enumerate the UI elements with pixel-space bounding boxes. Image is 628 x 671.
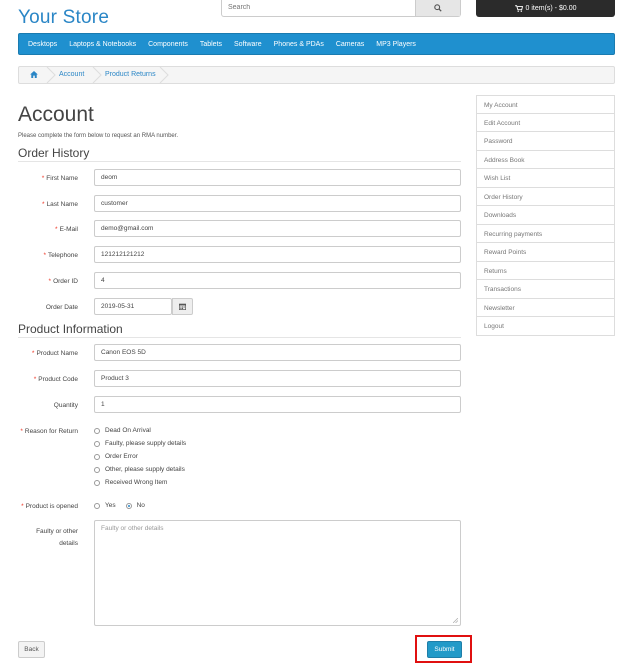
resize-handle-icon[interactable] [453,618,458,623]
first-name-label: * First Name [41,175,78,182]
last-name-field[interactable]: customer [94,195,461,212]
sidebar-item-downloads[interactable]: Downloads [476,206,615,225]
search-input[interactable] [222,0,423,15]
reason-option-dead-on-arrival[interactable]: Dead On Arrival [94,427,151,434]
sidebar-item-address-book[interactable]: Address Book [476,150,615,169]
menu-item-components[interactable]: Components [148,41,188,48]
search-icon [434,4,442,12]
menu-item-phones[interactable]: Phones & PDAs [274,41,324,48]
sidebar-item-logout[interactable]: Logout [476,317,615,336]
highlight-box [415,635,472,663]
opened-no-radio[interactable] [125,502,132,509]
reason-option-faulty[interactable]: Faulty, please supply details [94,440,186,447]
store-logo[interactable]: Your Store [18,7,109,29]
email-field[interactable]: demo@gmail.com [94,220,461,237]
breadcrumb: Account Product Returns [18,66,615,84]
breadcrumb-separator-icon [159,67,169,83]
sidebar-item-reward-points[interactable]: Reward Points [476,243,615,262]
cart-label: 0 item(s) - $0.00 [525,5,577,12]
calendar-icon [179,303,186,310]
order-id-label: * Order ID [48,278,78,285]
reason-option-order-error[interactable]: Order Error [94,453,138,460]
main-menu: Desktops Laptops & Notebooks Components … [18,33,615,55]
sidebar-item-newsletter[interactable]: Newsletter [476,298,615,317]
intro-text: Please complete the form below to reques… [18,133,179,139]
radio-button[interactable] [94,440,100,447]
calendar-button[interactable] [172,298,193,315]
section-divider [18,337,461,338]
search-box [221,0,461,17]
email-label: * E-Mail [55,226,78,233]
section-product-information: Product Information [18,322,123,336]
last-name-label: * Last Name [42,201,78,208]
radio-button[interactable] [94,453,100,460]
product-opened-label: * Product is opened [21,503,78,510]
menu-item-desktops[interactable]: Desktops [28,41,57,48]
opened-yes-radio[interactable] [94,502,100,509]
product-name-field[interactable]: Canon EOS 5D [94,344,461,361]
reason-option-other[interactable]: Other, please supply details [94,466,185,473]
order-date-field[interactable]: 2019-05-31 [94,298,172,315]
details-label: Faulty or other details [36,528,78,547]
telephone-label: * Telephone [43,252,78,259]
radio-button[interactable] [94,479,100,486]
first-name-field[interactable]: deom [94,169,461,186]
sidebar-item-edit-account[interactable]: Edit Account [476,113,615,132]
quantity-field[interactable]: 1 [94,396,461,413]
breadcrumb-account[interactable]: Account [59,71,84,78]
reason-option-wrong-item[interactable]: Received Wrong Item [94,479,167,486]
breadcrumb-separator-icon [92,67,102,83]
opened-yes-label: Yes [105,502,116,509]
sidebar-item-recurring-payments[interactable]: Recurring payments [476,224,615,243]
radio-button[interactable] [94,466,100,473]
home-icon[interactable] [30,71,38,78]
page-title: Account [18,103,94,126]
back-button[interactable]: Back [18,641,45,658]
menu-item-cameras[interactable]: Cameras [336,41,364,48]
product-opened-options: Yes No [94,502,145,509]
telephone-field[interactable]: 121212121212 [94,246,461,263]
opened-no-label: No [136,502,145,509]
breadcrumb-product-returns[interactable]: Product Returns [105,71,156,78]
cart-icon [514,5,523,12]
details-textarea[interactable]: Faulty or other details [94,520,461,626]
section-order-history: Order History [18,146,90,160]
sidebar-item-returns[interactable]: Returns [476,261,615,280]
quantity-label: Quantity [53,402,78,409]
menu-item-laptops[interactable]: Laptops & Notebooks [69,41,136,48]
product-code-field[interactable]: Product 3 [94,370,461,387]
search-button[interactable] [415,0,460,16]
section-divider [18,161,461,162]
menu-item-software[interactable]: Software [234,41,262,48]
order-date-label: Order Date [45,304,78,311]
sidebar-item-my-account[interactable]: My Account [476,95,615,114]
account-sidebar: My Account Edit Account Password Address… [476,95,615,336]
menu-item-mp3[interactable]: MP3 Players [376,41,416,48]
reason-label: * Reason for Return [20,428,78,435]
sidebar-item-order-history[interactable]: Order History [476,187,615,206]
sidebar-item-wish-list[interactable]: Wish List [476,169,615,188]
sidebar-item-transactions[interactable]: Transactions [476,280,615,299]
radio-button[interactable] [94,427,100,434]
sidebar-item-password[interactable]: Password [476,132,615,151]
order-id-field[interactable]: 4 [94,272,461,289]
product-name-label: * Product Name [31,350,78,357]
cart-button[interactable]: 0 item(s) - $0.00 [476,0,615,17]
menu-item-tablets[interactable]: Tablets [200,41,222,48]
product-code-label: * Product Code [33,376,78,383]
breadcrumb-separator-icon [46,67,56,83]
